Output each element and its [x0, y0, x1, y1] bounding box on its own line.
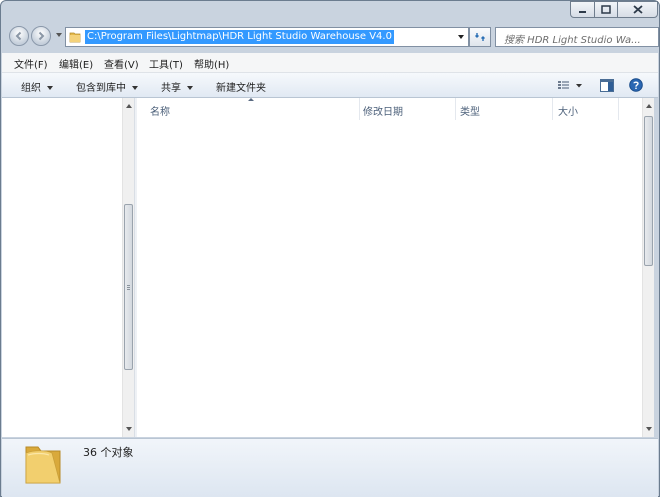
view-icon: [558, 81, 582, 89]
address-dropdown[interactable]: [458, 35, 464, 39]
minimize-icon: [579, 11, 586, 13]
title-bar[interactable]: [1, 1, 659, 21]
column-header-date-modified[interactable]: 修改日期: [360, 98, 456, 120]
details-pane: 36 个对象: [2, 438, 658, 497]
scroll-up-arrow[interactable]: [646, 104, 652, 108]
column-name-label: 名称: [150, 107, 170, 118]
file-list-scrollbar[interactable]: [642, 98, 654, 437]
preview-pane-button[interactable]: [599, 77, 615, 93]
search-placeholder: 搜索 HDR Light Studio Wa...: [504, 35, 641, 46]
address-row: C:\Program Files\Lightmap\HDR Light Stud…: [1, 23, 659, 51]
back-button[interactable]: [9, 26, 29, 46]
scroll-grip: [127, 285, 130, 286]
close-button[interactable]: [617, 1, 658, 18]
column-size-label: 大小: [558, 107, 578, 118]
recent-pages-dropdown[interactable]: [56, 33, 62, 37]
minimize-button[interactable]: [570, 1, 595, 18]
file-list-pane[interactable]: 名称 修改日期 类型 大小: [137, 98, 642, 437]
organize-label: 组织: [21, 83, 41, 94]
menu-file[interactable]: 文件(F): [14, 56, 48, 71]
column-header-name[interactable]: 名称: [137, 98, 359, 120]
navigation-pane-scrollbar[interactable]: [122, 98, 134, 437]
help-icon: [629, 78, 643, 92]
scroll-down-arrow[interactable]: [646, 427, 652, 431]
scroll-grip: [127, 289, 130, 290]
folder-icon: [25, 446, 61, 484]
refresh-button[interactable]: [469, 27, 491, 47]
menu-tools[interactable]: 工具(T): [149, 56, 183, 71]
scroll-up-arrow[interactable]: [126, 104, 132, 108]
chevron-down-icon: [132, 86, 138, 90]
explorer-window: C:\Program Files\Lightmap\HDR Light Stud…: [0, 0, 660, 497]
scroll-grip: [127, 287, 130, 288]
maximize-button[interactable]: [594, 1, 618, 18]
address-path[interactable]: C:\Program Files\Lightmap\HDR Light Stud…: [85, 30, 394, 44]
item-count: 36 个对象: [83, 446, 134, 459]
column-date-label: 修改日期: [363, 107, 403, 118]
folder-icon: [69, 32, 81, 43]
scroll-down-arrow[interactable]: [126, 427, 132, 431]
navigation-pane-scroll-thumb[interactable]: [124, 204, 133, 370]
menu-view[interactable]: 查看(V): [104, 56, 139, 71]
forward-icon: [38, 31, 45, 41]
refresh-icon: [475, 33, 485, 41]
maximize-icon: [601, 5, 611, 14]
change-view-button[interactable]: [555, 77, 585, 93]
address-bar[interactable]: C:\Program Files\Lightmap\HDR Light Stud…: [65, 27, 469, 47]
share-button[interactable]: 共享: [161, 79, 193, 94]
help-button[interactable]: [628, 77, 644, 93]
column-type-label: 类型: [460, 107, 480, 118]
column-header-type[interactable]: 类型: [456, 98, 552, 120]
share-label: 共享: [161, 83, 181, 94]
close-icon: [632, 5, 643, 14]
chevron-down-icon: [47, 86, 53, 90]
column-header-size[interactable]: 大小: [553, 98, 619, 120]
search-box[interactable]: 搜索 HDR Light Studio Wa...: [495, 27, 659, 47]
chevron-down-icon: [187, 86, 193, 90]
menu-bar: 文件(F) 编辑(E) 查看(V) 工具(T) 帮助(H): [2, 53, 658, 73]
command-bar: 组织 包含到库中 共享 新建文件夹: [2, 73, 658, 98]
column-divider[interactable]: [618, 98, 619, 120]
forward-button[interactable]: [31, 26, 51, 46]
back-icon: [15, 31, 22, 41]
preview-pane-icon: [600, 78, 614, 92]
menu-edit[interactable]: 编辑(E): [59, 56, 93, 71]
navigation-pane[interactable]: [2, 98, 122, 437]
include-in-library-button[interactable]: 包含到库中: [76, 79, 138, 94]
organize-button[interactable]: 组织: [21, 79, 53, 94]
new-folder-button[interactable]: 新建文件夹: [216, 79, 266, 94]
include-in-library-label: 包含到库中: [76, 83, 126, 94]
file-list-scroll-thumb[interactable]: [644, 116, 653, 266]
menu-help[interactable]: 帮助(H): [194, 56, 229, 71]
